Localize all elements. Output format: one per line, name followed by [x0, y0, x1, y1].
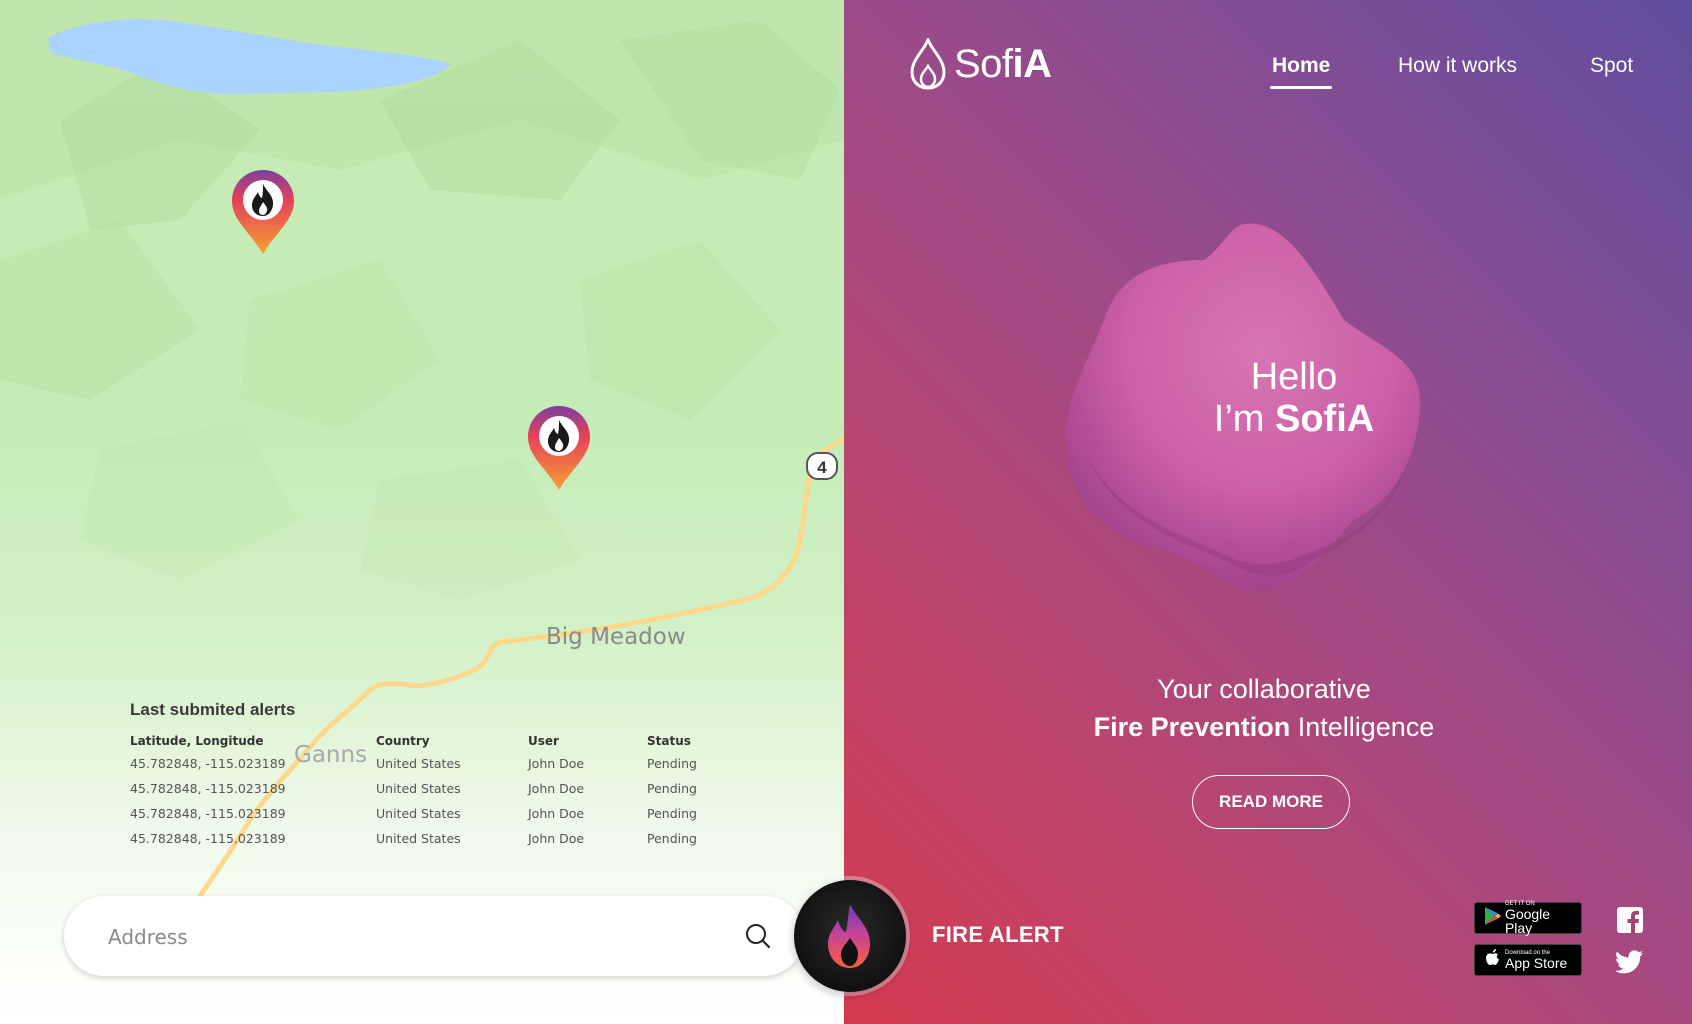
facebook-link[interactable] [1616, 906, 1644, 934]
cell-coordinates: 45.782848, -115.023189 [130, 806, 286, 821]
cell-coordinates: 45.782848, -115.023189 [130, 781, 286, 796]
search-icon [746, 924, 771, 949]
fire-alert-button[interactable] [794, 880, 906, 992]
hero-greeting-line1: Hello [1250, 356, 1338, 398]
cell-country: United States [376, 781, 461, 796]
column-header: Status [647, 734, 691, 748]
cell-status: Pending [647, 831, 697, 846]
cell-coordinates: 45.782848, -115.023189 [130, 831, 286, 846]
alerts-panel: Last submited alerts Latitude, Longitude… [130, 700, 730, 856]
nav-spot[interactable]: Spot [1590, 54, 1633, 78]
table-row[interactable]: 45.782848, -115.023189 United States Joh… [130, 806, 727, 831]
cell-country: United States [376, 806, 461, 821]
twitter-icon [1615, 950, 1643, 974]
cell-user: John Doe [528, 781, 585, 796]
address-input[interactable] [106, 914, 710, 960]
table-row[interactable]: 45.782848, -115.023189 United States Joh… [130, 756, 727, 781]
table-row[interactable]: 45.782848, -115.023189 United States Joh… [130, 781, 727, 806]
apple-badge-big: App Store [1505, 955, 1568, 971]
map-terrain [0, 0, 844, 899]
map-view[interactable]: Big Meadow Ganns 4 Last submited alerts … [0, 0, 844, 1024]
fire-icon [528, 406, 590, 490]
table-header-row: Latitude, Longitude Country User Status [130, 734, 727, 756]
app-store-badge[interactable]: Download on the App Store [1474, 944, 1582, 976]
drop-logo-icon [910, 38, 946, 90]
hero-greeting-line2: I’m SofiA [1213, 398, 1375, 440]
address-search-bar [64, 896, 804, 976]
hero-greeting: Hello I’m SofiA [1144, 356, 1444, 440]
flame-icon [828, 904, 870, 968]
cell-user: John Doe [528, 806, 585, 821]
read-more-button[interactable]: READ MORE [1192, 775, 1350, 829]
logo[interactable]: SofiA [908, 36, 1052, 92]
google-badge-big: Google Play [1504, 906, 1551, 936]
search-button[interactable] [740, 918, 776, 954]
cell-coordinates: 45.782848, -115.023189 [130, 756, 286, 771]
cell-status: Pending [647, 781, 697, 796]
alerts-title: Last submited alerts [130, 700, 296, 719]
cell-user: John Doe [528, 756, 585, 771]
place-label-big-meadow: Big Meadow [546, 624, 686, 650]
google-play-icon [1481, 906, 1505, 931]
cell-user: John Doe [528, 831, 585, 846]
nav-how-it-works[interactable]: How it works [1398, 54, 1517, 78]
fire-alert-label[interactable]: FIRE ALERT [932, 922, 1064, 948]
hero-panel: SofiA Home How it works Spot Hello I’m S… [844, 0, 1692, 1024]
table-row[interactable]: 45.782848, -115.023189 United States Joh… [130, 831, 727, 856]
route-shield: 4 [806, 452, 838, 480]
nav-active-indicator [1270, 86, 1332, 89]
facebook-icon [1617, 907, 1643, 933]
cell-country: United States [376, 831, 461, 846]
column-header: Country [376, 734, 430, 748]
alerts-table: Latitude, Longitude Country User Status … [130, 734, 727, 856]
logo-text: SofiA [954, 41, 1052, 86]
column-header: User [528, 734, 559, 748]
cell-status: Pending [647, 756, 697, 771]
tagline-line2: Fire Prevention Intelligence [1093, 712, 1435, 742]
fire-pin[interactable] [230, 168, 296, 254]
column-header: Latitude, Longitude [130, 734, 264, 748]
fire-icon [232, 170, 294, 254]
cell-status: Pending [647, 806, 697, 821]
google-play-badge[interactable]: GET IT ON Google Play [1474, 901, 1582, 936]
tagline-line1: Your collaborative [1157, 674, 1371, 704]
hero-tagline: Your collaborative Fire Prevention Intel… [1024, 670, 1504, 746]
apple-icon [1481, 948, 1505, 973]
fire-pin[interactable] [526, 404, 592, 490]
cell-country: United States [376, 756, 461, 771]
twitter-link[interactable] [1615, 950, 1644, 978]
nav-home[interactable]: Home [1272, 54, 1330, 78]
